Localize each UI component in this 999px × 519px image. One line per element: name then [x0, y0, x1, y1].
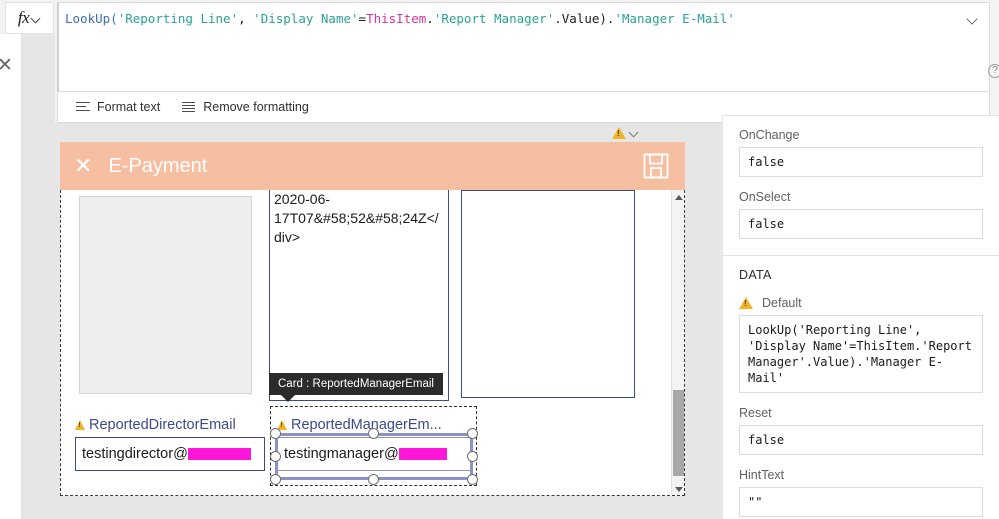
app-header-bar: ✕ E-Payment: [60, 142, 685, 190]
field-label-text: ReportedDirectorEmail: [89, 417, 236, 433]
formula-bar-region: fx LookUp('Reporting Line', 'Display Nam…: [0, 0, 999, 123]
close-icon[interactable]: ✕: [0, 54, 16, 76]
formula-collapse-chevron-down-icon[interactable]: [967, 15, 979, 27]
prop-label-onselect: OnSelect: [739, 190, 791, 204]
prop-input-default[interactable]: LookUp('Reporting Line', 'Display Name'=…: [739, 315, 983, 393]
formula-token-string-3: 'Report Manager': [433, 11, 555, 26]
form-scroll-container: 2020-06-17T07&#58;52&#58;24Z</div> Card …: [60, 190, 685, 496]
properties-pane: OnChange false OnSelect false DATA Defau…: [722, 115, 999, 519]
empty-card-right[interactable]: [461, 190, 635, 398]
input-value-visible: testingdirector@: [82, 446, 188, 462]
scroll-down-arrow-icon[interactable]: [672, 482, 684, 495]
remove-formatting-button[interactable]: Remove formatting: [182, 100, 309, 114]
section-title-data: DATA: [739, 268, 772, 282]
save-floppy-icon[interactable]: [641, 151, 671, 181]
redaction-bar: [187, 448, 251, 460]
help-circle-icon[interactable]: ?: [988, 64, 999, 78]
fx-icon: fx: [17, 8, 30, 27]
close-icon[interactable]: ✕: [74, 155, 92, 177]
formula-token-equals: =: [358, 11, 367, 26]
canvas-area: ✕ E-Payment 2020-06-17T07&#58;52&#58;24Z…: [55, 123, 720, 519]
resize-handle-top-right[interactable]: [467, 428, 478, 439]
formula-token-sep-1: ,: [238, 11, 254, 26]
resize-handle-middle-right[interactable]: [467, 451, 478, 462]
formula-token-value: .Value): [554, 11, 607, 26]
format-text-label: Format text: [97, 100, 161, 114]
formula-token-function: LookUp(: [65, 11, 118, 26]
prop-label-hinttext: HintText: [739, 468, 785, 482]
scroll-up-arrow-icon[interactable]: [672, 190, 684, 204]
resize-handle-bottom-center[interactable]: [368, 474, 379, 485]
resize-handle-top-left[interactable]: [270, 428, 281, 439]
prop-input-hinttext[interactable]: "": [739, 487, 983, 517]
prop-label-reset: Reset: [739, 406, 772, 420]
selection-handles-group[interactable]: [270, 428, 478, 485]
prop-label-default-row: Default: [739, 296, 983, 310]
card-tooltip: Card : ReportedManagerEmail: [269, 373, 443, 402]
prop-label-onchange: OnChange: [739, 128, 800, 142]
scrollbar-thumb[interactable]: [673, 390, 684, 476]
prop-input-onchange[interactable]: false: [739, 147, 983, 177]
resize-handle-bottom-right[interactable]: [467, 474, 478, 485]
prop-input-onselect[interactable]: false: [739, 209, 983, 239]
formula-token-string-4: 'Manager E-Mail': [614, 11, 735, 26]
left-gutter: [22, 34, 55, 519]
field-label-row: ReportedDirectorEmail: [75, 417, 265, 433]
fx-button[interactable]: fx: [5, 2, 54, 34]
datetime-card-text: 2020-06-17T07&#58;52&#58;24Z</div>: [274, 191, 439, 245]
remove-formatting-icon: [182, 101, 196, 113]
format-text-button[interactable]: Format text: [76, 100, 160, 114]
prop-input-reset[interactable]: false: [739, 425, 983, 455]
vertical-scrollbar[interactable]: [671, 190, 684, 495]
datetime-card[interactable]: 2020-06-17T07&#58;52&#58;24Z</div>: [269, 190, 449, 401]
formula-token-string-2: 'Display Name': [253, 11, 359, 26]
empty-gray-card[interactable]: [79, 196, 252, 394]
chevron-down-icon: [32, 14, 41, 23]
field-label-text: ReportedManagerEm...: [291, 417, 442, 433]
resize-handle-top-center[interactable]: [368, 428, 379, 439]
pane-divider: [723, 115, 999, 116]
app-root: fx LookUp('Reporting Line', 'Display Nam…: [0, 0, 999, 519]
warning-triangle-icon: [75, 420, 85, 430]
prop-label-default: Default: [762, 296, 802, 310]
remove-formatting-label: Remove formatting: [203, 100, 309, 114]
section-divider: [723, 255, 999, 256]
chevron-down-icon[interactable]: [629, 128, 640, 139]
warning-triangle-icon: [612, 127, 626, 139]
left-rail: ✕: [0, 34, 22, 519]
reported-director-email-input[interactable]: testingdirector@: [75, 437, 265, 471]
page-title: E-Payment: [108, 154, 208, 177]
form-inner: 2020-06-17T07&#58;52&#58;24Z</div> Card …: [61, 190, 684, 495]
field-reported-director-email[interactable]: ReportedDirectorEmail testingdirector@: [75, 417, 265, 471]
formula-input[interactable]: LookUp('Reporting Line', 'Display Name'=…: [57, 2, 990, 92]
resize-handle-bottom-left[interactable]: [270, 474, 281, 485]
warning-triangle-icon: [739, 297, 753, 309]
canvas-warning-group[interactable]: [612, 127, 640, 139]
formula-token-dot-1: .: [426, 11, 434, 26]
formula-token-thisitem: ThisItem: [366, 11, 427, 26]
formula-token-string-1: 'Reporting Line': [117, 11, 239, 26]
format-text-icon: [76, 101, 90, 113]
resize-handle-middle-left[interactable]: [270, 451, 281, 462]
